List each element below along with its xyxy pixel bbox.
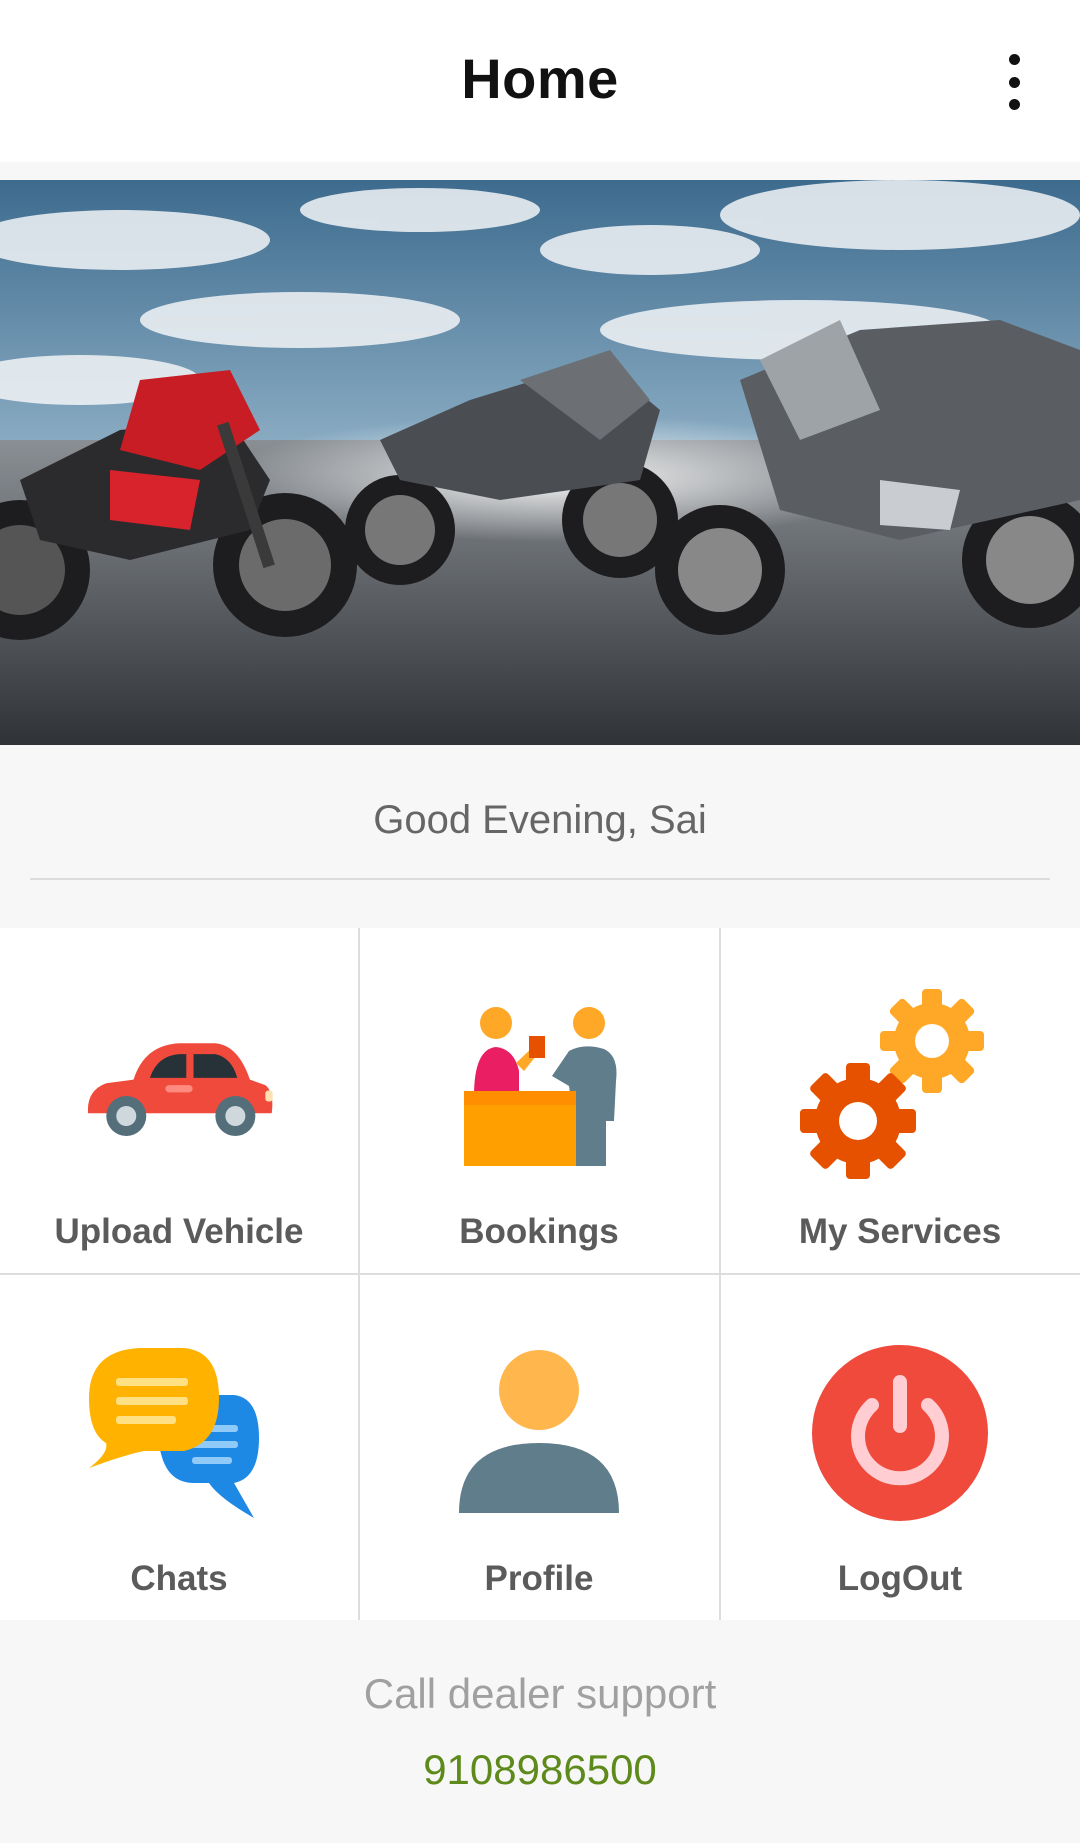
upload-vehicle-label: Upload Vehicle (54, 1212, 304, 1251)
reception-desk-icon (439, 996, 639, 1176)
divider (30, 878, 1050, 880)
gears-icon (800, 989, 1000, 1179)
profile-tile[interactable]: Profile (360, 1275, 718, 1619)
hero-banner-image (0, 180, 1080, 745)
my-services-tile[interactable]: My Services (721, 928, 1079, 1272)
car-icon (79, 996, 279, 1176)
more-options-icon[interactable] (990, 50, 1038, 114)
chat-bubbles-icon (79, 1343, 279, 1523)
greeting-text: Good Evening, Sai (373, 798, 707, 842)
power-icon (800, 1343, 1000, 1523)
action-grid: Upload Vehicle Bookings My Services Chat… (0, 928, 1080, 1620)
app-bar: Home (0, 0, 1080, 162)
my-services-label: My Services (798, 1212, 1002, 1251)
support-label: Call dealer support (363, 1670, 717, 1717)
chats-tile[interactable]: Chats (0, 1275, 358, 1619)
support-phone-link[interactable]: 9108986500 (0, 1746, 1080, 1794)
page-title: Home (461, 47, 619, 110)
chats-label: Chats (130, 1559, 228, 1598)
person-icon (439, 1343, 639, 1523)
profile-label: Profile (484, 1559, 594, 1598)
bookings-tile[interactable]: Bookings (360, 928, 718, 1272)
logout-tile[interactable]: LogOut (721, 1275, 1079, 1619)
bookings-label: Bookings (459, 1212, 619, 1251)
logout-label: LogOut (837, 1559, 963, 1598)
upload-vehicle-tile[interactable]: Upload Vehicle (0, 928, 358, 1272)
